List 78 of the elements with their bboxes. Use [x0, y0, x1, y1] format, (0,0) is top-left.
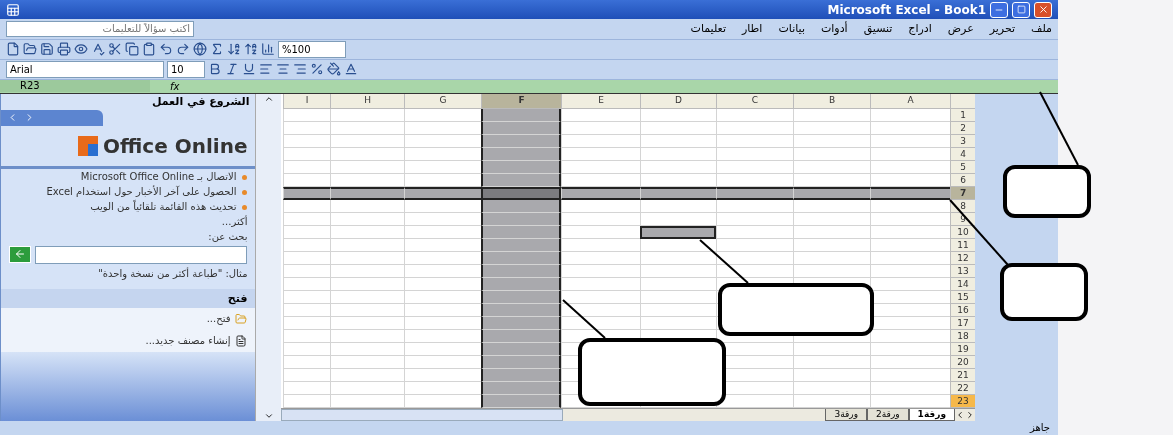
sort-descending-icon[interactable] [244, 42, 258, 57]
menu-item[interactable]: تعليمات [690, 22, 726, 36]
menu-item[interactable]: بيانات [778, 22, 805, 36]
close-button[interactable] [1034, 1, 1052, 18]
name-box[interactable]: R23 [0, 80, 150, 93]
menu-item[interactable]: تحرير [989, 22, 1016, 36]
maximize-icon [1016, 5, 1026, 15]
window-title: Microsoft Excel - Book1 [827, 2, 986, 17]
close-icon [1037, 4, 1049, 16]
save-icon[interactable] [40, 42, 54, 57]
app-icon [6, 2, 20, 17]
percent-icon[interactable] [310, 62, 324, 77]
sheet-tab[interactable]: ورقة3 [825, 408, 868, 421]
open-link[interactable]: فتح... [1, 307, 256, 330]
horizontal-scrollbar[interactable] [281, 408, 564, 421]
sheet-tab[interactable]: ورقة1 [908, 408, 955, 421]
bullet-icon [242, 174, 248, 180]
font-dropdown[interactable]: Arial [6, 60, 164, 78]
bullet-icon [242, 189, 248, 195]
redo-icon[interactable] [176, 42, 190, 57]
italic-icon[interactable] [225, 62, 239, 77]
tab-nav-icon[interactable] [965, 409, 975, 420]
help-search-field[interactable]: اكتب سؤالاً للتعليمات [6, 20, 194, 37]
bold-icon[interactable] [208, 62, 222, 77]
sheet-tab[interactable]: ورقة2 [867, 408, 909, 421]
status-text: جاهز [1029, 422, 1050, 434]
open-link[interactable]: إنشاء مصنف جديد... [1, 329, 256, 352]
sum-icon[interactable] [210, 42, 224, 57]
globe-icon[interactable] [193, 42, 207, 57]
preview-icon[interactable] [74, 42, 88, 57]
more-link[interactable]: أكثر... [1, 213, 256, 229]
document-icon [235, 334, 248, 347]
zoom-dropdown[interactable]: %100 [278, 40, 346, 58]
menu-item[interactable]: تنسيق [863, 22, 893, 36]
folder-icon [235, 312, 248, 325]
logo-text: Office Online [103, 133, 248, 158]
go-button[interactable] [9, 245, 31, 263]
undo-icon[interactable] [159, 42, 173, 57]
sort-ascending-icon[interactable] [227, 42, 241, 57]
bullet-icon [242, 204, 248, 210]
printer-icon[interactable] [57, 42, 71, 57]
task-link[interactable]: تحديث هذه القائمة تلقائياً من الويب [90, 200, 237, 212]
menu-item[interactable]: أدوات [820, 22, 848, 36]
task-pane-title: الشروع في العمل [151, 95, 250, 109]
copy-icon[interactable] [125, 42, 139, 57]
align-right-icon[interactable] [293, 62, 307, 77]
fx-label: fx [170, 80, 180, 92]
align-center-icon[interactable] [276, 62, 290, 77]
chart-icon[interactable] [261, 42, 275, 57]
underline-icon[interactable] [242, 62, 256, 77]
tab-nav-icon[interactable] [955, 409, 965, 420]
search-field[interactable] [35, 245, 248, 264]
leader-line [949, 199, 1009, 266]
office-logo-icon [77, 134, 100, 157]
task-link[interactable]: الحصول على آخر الأخبار حول استخدام Excel [46, 185, 237, 197]
leader-line [562, 299, 606, 339]
leader-line [699, 239, 749, 284]
arrow-left-icon [14, 248, 26, 261]
example-text: مثال: "طباعة أكثر من نسخة واحدة" [97, 266, 249, 281]
font-size-dropdown[interactable]: 10 [167, 60, 205, 78]
align-left-icon[interactable] [259, 62, 273, 77]
minimize-button[interactable] [990, 1, 1008, 18]
maximize-button[interactable] [1012, 1, 1030, 18]
paste-icon[interactable] [142, 42, 156, 57]
new-file-icon[interactable] [6, 42, 20, 57]
menu-item[interactable]: ادراج [908, 22, 932, 36]
spellcheck-icon[interactable] [91, 42, 105, 57]
menu-item[interactable]: اطار [741, 22, 763, 36]
menu-item[interactable]: ملف [1031, 22, 1052, 36]
menu-item[interactable]: عرض [947, 22, 974, 36]
fill-color-icon[interactable] [327, 62, 341, 77]
task-link[interactable]: الاتصال بـ Microsoft Office Online [80, 170, 237, 182]
vertical-scrollbar[interactable] [255, 93, 282, 421]
folder-icon[interactable] [23, 42, 37, 57]
cut-icon[interactable] [108, 42, 122, 57]
section-heading: فتح [1, 288, 256, 308]
search-label: بحث عن: [207, 229, 249, 244]
font-color-icon[interactable] [344, 62, 358, 77]
